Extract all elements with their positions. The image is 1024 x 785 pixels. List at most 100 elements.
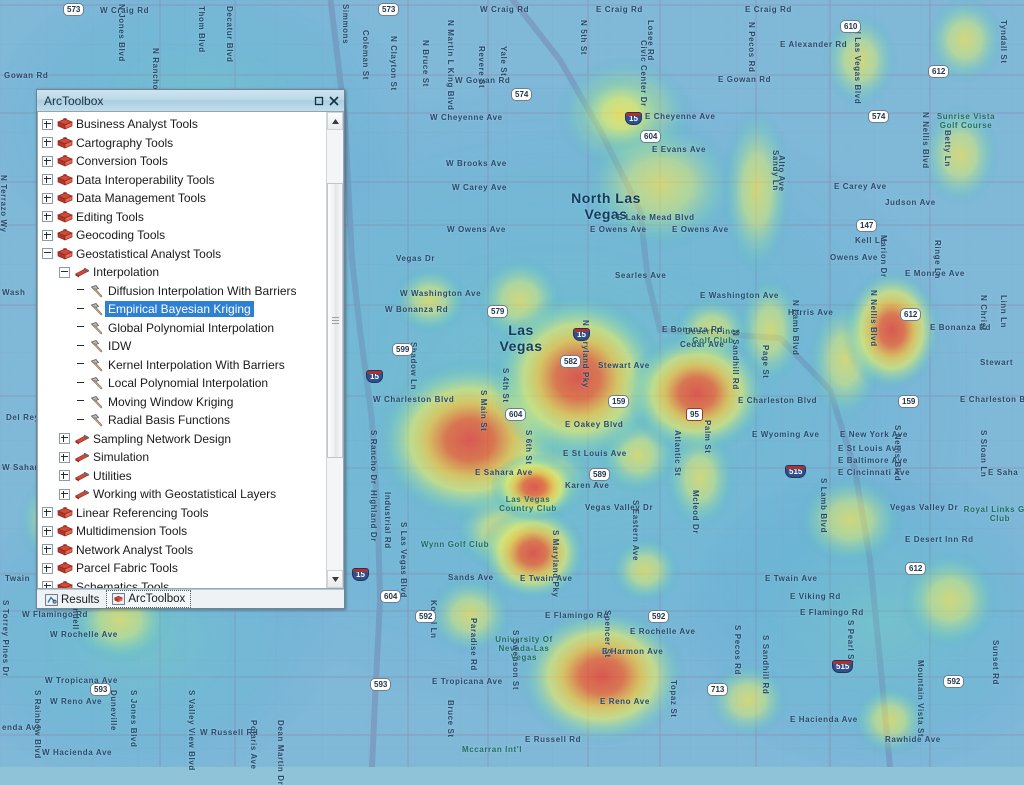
expand-plus-icon[interactable]: [42, 563, 53, 574]
tree-item-empirical-bayesian-kriging[interactable]: Empirical Bayesian Kriging: [38, 300, 326, 319]
tree-item-parcel-fabric-tools[interactable]: Parcel Fabric Tools: [38, 559, 326, 578]
toolbox-icon: [57, 136, 73, 150]
tree-vertical-scrollbar[interactable]: [326, 112, 343, 588]
tree-item-multidimension-tools[interactable]: Multidimension Tools: [38, 522, 326, 541]
route-shield: 604: [640, 130, 661, 143]
tree-item-kernel-interpolation-with-barriers[interactable]: Kernel Interpolation With Barriers: [38, 356, 326, 375]
toolbox-tree[interactable]: Business Analyst Tools Cartography Tools C…: [38, 112, 326, 588]
toolbox-icon: [57, 210, 73, 224]
expand-plus-icon[interactable]: [42, 119, 53, 130]
route-shield: 612: [928, 65, 949, 78]
route-shield: 15: [573, 328, 590, 341]
tree-item-label: Working with Geostatistical Layers: [93, 487, 276, 501]
scroll-up-arrow[interactable]: [327, 112, 343, 130]
tree-item-business-analyst-tools[interactable]: Business Analyst Tools: [38, 115, 326, 134]
tree-item-global-polynomial-interpolation[interactable]: Global Polynomial Interpolation: [38, 319, 326, 338]
route-shield: 573: [63, 3, 84, 16]
tree-item-label: Data Interoperability Tools: [76, 173, 215, 187]
expand-plus-icon[interactable]: [42, 507, 53, 518]
route-shield: 573: [378, 3, 399, 16]
expand-plus-icon[interactable]: [42, 193, 53, 204]
tree-item-label: Interpolation: [93, 265, 159, 279]
tree-item-editing-tools[interactable]: Editing Tools: [38, 208, 326, 227]
tree-item-geocoding-tools[interactable]: Geocoding Tools: [38, 226, 326, 245]
expand-plus-icon[interactable]: [42, 230, 53, 241]
toolset-icon: [74, 432, 90, 446]
tree-item-cartography-tools[interactable]: Cartography Tools: [38, 134, 326, 153]
tree-item-geostatistical-analyst-tools[interactable]: Geostatistical Analyst Tools: [38, 245, 326, 264]
arctoolbox-window[interactable]: ArcToolbox Business Analyst Tools Cartogr…: [36, 89, 345, 609]
route-shield: 713: [707, 683, 728, 696]
tree-item-label: Linear Referencing Tools: [76, 506, 209, 520]
tree-item-working-with-geostatistical-layers[interactable]: Working with Geostatistical Layers: [38, 485, 326, 504]
tree-spacer: [76, 379, 85, 388]
maximize-button[interactable]: [311, 94, 326, 108]
toolset-icon: [74, 265, 90, 279]
close-button[interactable]: [326, 94, 341, 108]
tree-item-radial-basis-functions[interactable]: Radial Basis Functions: [38, 411, 326, 430]
route-shield: 159: [608, 395, 629, 408]
toolbox-icon: [57, 173, 73, 187]
tree-item-data-management-tools[interactable]: Data Management Tools: [38, 189, 326, 208]
tree-item-sampling-network-design[interactable]: Sampling Network Design: [38, 430, 326, 449]
expand-plus-icon[interactable]: [42, 156, 53, 167]
scroll-down-arrow[interactable]: [327, 570, 343, 588]
route-shield: 589: [589, 468, 610, 481]
toolbox-icon: [57, 117, 73, 131]
panel-tab-strip[interactable]: ResultsArcToolbox: [37, 589, 344, 608]
expand-plus-icon[interactable]: [42, 581, 53, 588]
tab-arctoolbox[interactable]: ArcToolbox: [106, 590, 191, 608]
expand-plus-icon[interactable]: [42, 137, 53, 148]
tool-icon: [89, 321, 105, 335]
tree-item-network-analyst-tools[interactable]: Network Analyst Tools: [38, 541, 326, 560]
tree-item-label: Global Polynomial Interpolation: [108, 321, 274, 335]
tree-item-label: Sampling Network Design: [93, 432, 231, 446]
tree-item-interpolation[interactable]: Interpolation: [38, 263, 326, 282]
arctoolbox-body: Business Analyst Tools Cartography Tools C…: [37, 112, 344, 589]
tab-results[interactable]: Results: [40, 592, 104, 608]
route-shield: 15: [625, 112, 642, 125]
tree-item-label: Multidimension Tools: [76, 524, 187, 538]
tree-item-schematics-tools[interactable]: Schematics Tools: [38, 578, 326, 589]
tree-item-data-interoperability-tools[interactable]: Data Interoperability Tools: [38, 171, 326, 190]
tree-item-label: Conversion Tools: [76, 154, 168, 168]
scrollbar-track[interactable]: [327, 130, 343, 570]
route-shield: 592: [415, 610, 436, 623]
tree-item-conversion-tools[interactable]: Conversion Tools: [38, 152, 326, 171]
tree-item-label: Schematics Tools: [76, 580, 169, 588]
tree-spacer: [76, 286, 85, 295]
tool-icon: [89, 358, 105, 372]
toolbox-icon: [112, 593, 125, 605]
expand-plus-icon[interactable]: [42, 544, 53, 555]
tree-item-utilities[interactable]: Utilities: [38, 467, 326, 486]
route-shield: 574: [868, 110, 889, 123]
tree-item-moving-window-kriging[interactable]: Moving Window Kriging: [38, 393, 326, 412]
route-shield: 147: [856, 219, 877, 232]
tree-item-simulation[interactable]: Simulation: [38, 448, 326, 467]
tree-item-label: Moving Window Kriging: [108, 395, 233, 409]
tree-item-local-polynomial-interpolation[interactable]: Local Polynomial Interpolation: [38, 374, 326, 393]
tree-item-label: Cartography Tools: [76, 136, 173, 150]
tool-icon: [89, 339, 105, 353]
arctoolbox-titlebar[interactable]: ArcToolbox: [37, 90, 344, 112]
expand-plus-icon[interactable]: [59, 470, 70, 481]
tree-item-idw[interactable]: IDW: [38, 337, 326, 356]
tree-item-diffusion-interpolation-with-barriers[interactable]: Diffusion Interpolation With Barriers: [38, 282, 326, 301]
expand-plus-icon[interactable]: [59, 489, 70, 500]
collapse-minus-icon[interactable]: [42, 248, 53, 259]
collapse-minus-icon[interactable]: [59, 267, 70, 278]
route-shield: 574: [511, 88, 532, 101]
tool-icon: [89, 376, 105, 390]
tree-spacer: [76, 360, 85, 369]
expand-plus-icon[interactable]: [42, 526, 53, 537]
expand-plus-icon[interactable]: [59, 452, 70, 463]
toolbox-icon: [57, 524, 73, 538]
tree-item-linear-referencing-tools[interactable]: Linear Referencing Tools: [38, 504, 326, 523]
tool-icon: [89, 284, 105, 298]
expand-plus-icon[interactable]: [42, 211, 53, 222]
tree-item-label: IDW: [108, 339, 131, 353]
expand-plus-icon[interactable]: [42, 174, 53, 185]
toolset-icon: [74, 487, 90, 501]
expand-plus-icon[interactable]: [59, 433, 70, 444]
scrollbar-thumb[interactable]: [327, 183, 343, 458]
